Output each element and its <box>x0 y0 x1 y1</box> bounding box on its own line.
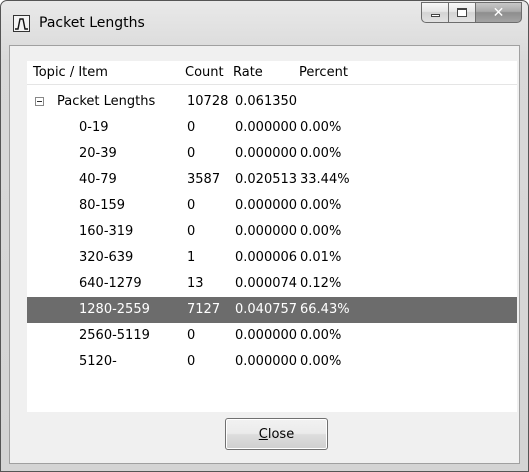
row-label: 1280-2559 <box>79 302 150 317</box>
tree-row-root[interactable]: Packet Lengths 10728 0.061350 <box>27 89 517 115</box>
column-header-percent[interactable]: Percent <box>299 65 348 80</box>
row-rate: 0.061350 <box>235 94 298 109</box>
chart-line-icon <box>13 15 30 32</box>
row-count: 3587 <box>187 172 221 187</box>
row-label: 40-79 <box>79 172 117 187</box>
row-rate: 0.040757 <box>235 302 298 317</box>
row-rate: 0.000000 <box>235 224 298 239</box>
row-count: 0 <box>187 198 196 213</box>
row-label: 80-159 <box>79 198 126 213</box>
row-label: 2560-5119 <box>79 328 150 343</box>
stats-tree[interactable]: Topic / Item Count Rate Percent Packet L… <box>27 61 517 412</box>
row-count: 13 <box>187 276 204 291</box>
collapse-icon[interactable] <box>35 97 44 106</box>
row-rate: 0.000000 <box>235 328 298 343</box>
close-window-button[interactable]: ✕ <box>475 2 522 23</box>
row-count: 7127 <box>187 302 221 317</box>
row-percent: 0.00% <box>300 328 342 343</box>
row-percent: 66.43% <box>300 302 350 317</box>
row-label: 640-1279 <box>79 276 142 291</box>
row-rate: 0.000000 <box>235 354 298 369</box>
row-count: 0 <box>187 120 196 135</box>
row-label: Packet Lengths <box>57 94 156 109</box>
row-count: 0 <box>187 328 196 343</box>
column-header-topic[interactable]: Topic / Item <box>33 65 108 80</box>
tree-row[interactable]: 20-39 0 0.000000 0.00% <box>27 141 517 167</box>
maximize-icon <box>457 8 467 17</box>
title-bar[interactable]: Packet Lengths ✕ <box>1 1 528 45</box>
row-percent: 0.01% <box>300 250 342 265</box>
row-label: 5120- <box>79 354 117 369</box>
minimize-button[interactable] <box>421 2 448 23</box>
close-button[interactable]: Close <box>225 418 328 450</box>
row-rate: 0.000000 <box>235 120 298 135</box>
tree-row[interactable]: 640-1279 13 0.000074 0.12% <box>27 271 517 297</box>
row-percent: 0.00% <box>300 120 342 135</box>
row-percent: 0.00% <box>300 146 342 161</box>
tree-row[interactable]: 320-639 1 0.000006 0.01% <box>27 245 517 271</box>
maximize-button[interactable] <box>448 2 475 23</box>
minimize-icon <box>430 14 440 17</box>
row-count: 0 <box>187 146 196 161</box>
tree-row[interactable]: 40-79 3587 0.020513 33.44% <box>27 167 517 193</box>
packet-lengths-window: Packet Lengths ✕ Topic / Item Count Rate… <box>0 0 529 472</box>
tree-row[interactable]: 160-319 0 0.000000 0.00% <box>27 219 517 245</box>
column-header-rate[interactable]: Rate <box>233 65 263 80</box>
tree-row[interactable]: 80-159 0 0.000000 0.00% <box>27 193 517 219</box>
row-count: 10728 <box>187 94 229 109</box>
tree-row[interactable]: 0-19 0 0.000000 0.00% <box>27 115 517 141</box>
row-percent: 0.00% <box>300 354 342 369</box>
column-header-count[interactable]: Count <box>185 65 224 80</box>
row-percent: 33.44% <box>300 172 350 187</box>
row-percent: 0.00% <box>300 224 342 239</box>
row-count: 0 <box>187 354 196 369</box>
row-percent: 0.12% <box>300 276 342 291</box>
row-rate: 0.000000 <box>235 146 298 161</box>
row-rate: 0.000006 <box>235 250 298 265</box>
caption-buttons: ✕ <box>421 2 522 23</box>
header-divider <box>27 84 517 85</box>
row-label: 320-639 <box>79 250 134 265</box>
tree-row[interactable]: 2560-5119 0 0.000000 0.00% <box>27 323 517 349</box>
row-count: 1 <box>187 250 196 265</box>
row-label: 160-319 <box>79 224 134 239</box>
row-label: 0-19 <box>79 120 109 135</box>
row-rate: 0.000000 <box>235 198 298 213</box>
row-label: 20-39 <box>79 146 117 161</box>
row-count: 0 <box>187 224 196 239</box>
row-percent: 0.00% <box>300 198 342 213</box>
close-button-label: Close <box>258 426 295 442</box>
tree-row[interactable]: 5120- 0 0.000000 0.00% <box>27 349 517 375</box>
close-icon: ✕ <box>492 4 505 21</box>
tree-row[interactable]: 1280-2559 7127 0.040757 66.43% <box>27 297 517 323</box>
row-rate: 0.020513 <box>235 172 298 187</box>
window-title: Packet Lengths <box>39 15 145 31</box>
row-rate: 0.000074 <box>235 276 298 291</box>
